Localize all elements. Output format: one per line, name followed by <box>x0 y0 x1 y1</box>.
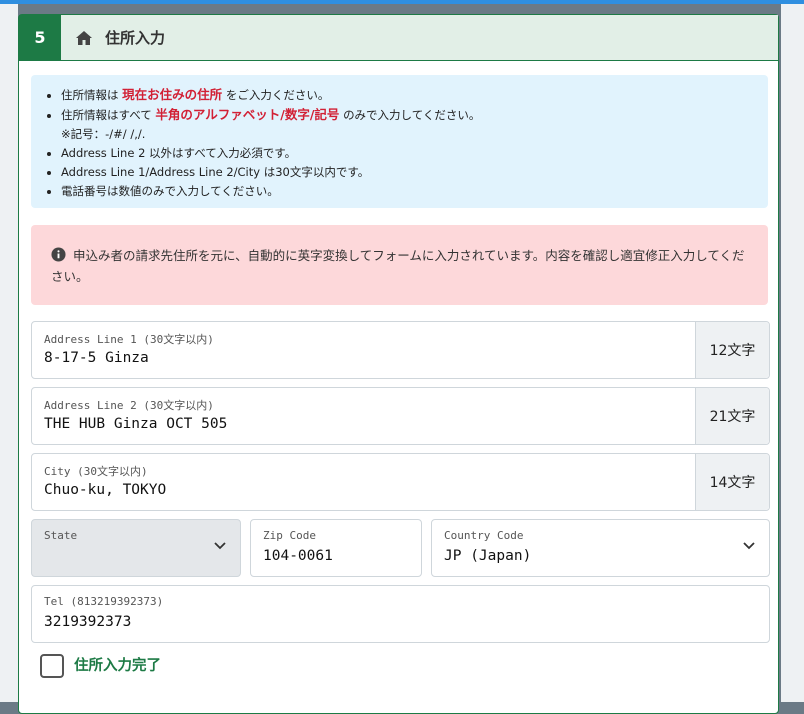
field-label: Address Line 2 (30文字以内) <box>44 399 214 412</box>
tel-input[interactable]: 3219392373 <box>44 614 131 630</box>
field-label: Tel (813219392373) <box>44 595 164 608</box>
instruction-highlight: 現在お住みの住所 <box>122 87 223 102</box>
backdrop-left <box>0 4 18 702</box>
zip-code-field[interactable]: Zip Code 104-0061 <box>250 519 422 577</box>
address-line2-field[interactable]: Address Line 2 (30文字以内) THE HUB Ginza OC… <box>31 387 770 445</box>
address-line1-input[interactable]: 8-17-5 Ginza <box>44 350 149 366</box>
field-label: State <box>44 529 78 542</box>
address-section-card: 5 住所入力 住所情報は 現在お住みの住所 をご入力ください。 住所情報はすべて… <box>18 14 779 714</box>
instruction-item: Address Line 1/Address Line 2/City は30文字… <box>61 163 768 182</box>
tel-field[interactable]: Tel (813219392373) 3219392373 <box>31 585 770 643</box>
auto-conversion-alert: 申込み者の請求先住所を元に、自動的に英字変換してフォームに入力されています。内容… <box>31 225 768 305</box>
instruction-highlight: 半角のアルファベット/数字/記号 <box>155 107 340 122</box>
chevron-down-icon <box>214 542 226 550</box>
char-counter: 12文字 <box>695 322 769 378</box>
step-number-badge: 5 <box>19 15 61 60</box>
char-counter: 21文字 <box>695 388 769 444</box>
chevron-down-icon <box>743 542 755 550</box>
zip-code-input[interactable]: 104-0061 <box>263 548 333 564</box>
char-counter: 14文字 <box>695 454 769 510</box>
field-label: Address Line 1 (30文字以内) <box>44 333 214 346</box>
state-select[interactable]: State <box>31 519 241 577</box>
field-label: City (30文字以内) <box>44 465 148 478</box>
city-input[interactable]: Chuo-ku, TOKYO <box>44 482 166 498</box>
address-complete-label[interactable]: 住所入力完了 <box>74 654 161 675</box>
window-top-bar <box>0 0 804 4</box>
section-header: 5 住所入力 <box>19 15 778 61</box>
city-field[interactable]: City (30文字以内) Chuo-ku, TOKYO 14文字 <box>31 453 770 511</box>
field-label: Country Code <box>444 529 524 542</box>
backdrop-right <box>781 4 804 702</box>
alert-message: 申込み者の請求先住所を元に、自動的に英字変換してフォームに入力されています。内容… <box>51 248 745 284</box>
field-label: Zip Code <box>263 529 316 542</box>
home-icon <box>76 31 92 45</box>
instruction-item: 住所情報は 現在お住みの住所 をご入力ください。 <box>61 85 768 105</box>
address-complete-checkbox[interactable] <box>40 654 64 678</box>
instructions-box: 住所情報は 現在お住みの住所 をご入力ください。 住所情報はすべて 半角のアルフ… <box>31 75 768 208</box>
address-line2-input[interactable]: THE HUB Ginza OCT 505 <box>44 416 227 432</box>
country-code-value: JP (Japan) <box>444 548 532 564</box>
instruction-item: Address Line 2 以外はすべて入力必須です。 <box>61 144 768 163</box>
instruction-item: 電話番号は数値のみで入力してください。 <box>61 182 768 201</box>
section-title: 住所入力 <box>105 29 166 47</box>
address-line1-field[interactable]: Address Line 1 (30文字以内) 8-17-5 Ginza 12文… <box>31 321 770 379</box>
instruction-item: 住所情報はすべて 半角のアルファベット/数字/記号 のみで入力してください。 ※… <box>61 105 768 144</box>
country-code-select[interactable]: Country Code JP (Japan) <box>431 519 770 577</box>
symbol-note: ※記号：-/#/ /,/. <box>61 127 146 141</box>
